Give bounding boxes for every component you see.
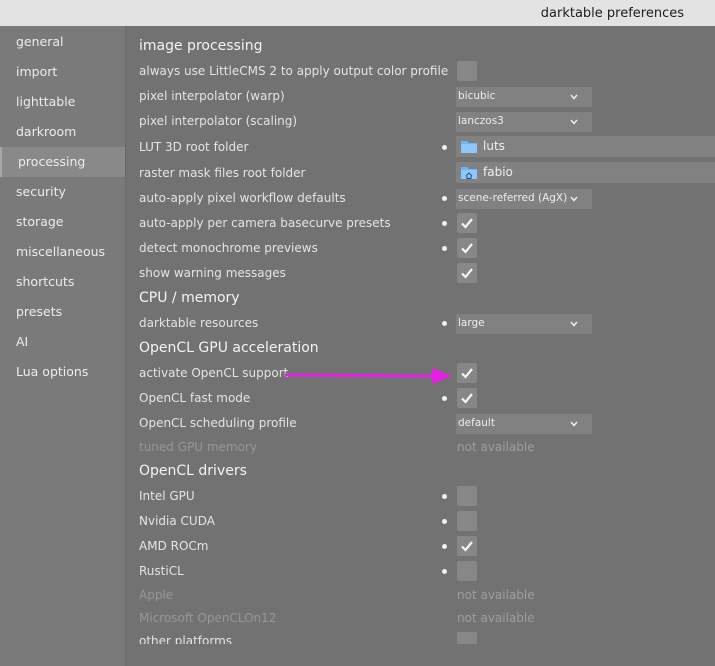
section-title-image-processing: image processing: [139, 38, 263, 54]
opencl-activate-label: activate OpenCL support: [139, 366, 289, 380]
modified-marker: [442, 396, 447, 401]
section-title-opencl: OpenCL GPU acceleration: [139, 340, 319, 356]
resources-value: large: [458, 317, 485, 329]
resources-dropdown[interactable]: large: [456, 314, 592, 334]
opencl-profile-label: OpenCL scheduling profile: [139, 416, 297, 430]
lut-root-folder-button[interactable]: luts: [456, 136, 715, 157]
checkmark-icon: [461, 393, 473, 404]
apple-label: Apple: [139, 588, 174, 602]
interp-scaling-value: lanczos3: [458, 115, 504, 127]
sidebar-item-lua-options[interactable]: Lua options: [0, 357, 125, 387]
microsoft-value: not available: [457, 611, 535, 625]
window-title: darktable preferences: [540, 6, 684, 21]
checkmark-icon: [461, 218, 473, 229]
amd-rocm-label: AMD ROCm: [139, 539, 209, 553]
scroll-clip: [126, 644, 715, 666]
opencl-fast-checkbox[interactable]: [457, 388, 477, 408]
intel-gpu-label: Intel GPU: [139, 489, 195, 503]
sidebar-item-lighttable[interactable]: lighttable: [0, 87, 125, 117]
raster-root-label: raster mask files root folder: [139, 166, 306, 180]
tuned-memory-value: not available: [457, 440, 535, 454]
workflow-value: scene-referred (AgX): [458, 192, 568, 204]
sidebar-item-general[interactable]: general: [0, 27, 125, 57]
chevron-down-icon: [570, 119, 578, 125]
workflow-label: auto-apply pixel workflow defaults: [139, 191, 346, 205]
lut-root-label: LUT 3D root folder: [139, 140, 249, 154]
sidebar-item-ai[interactable]: AI: [0, 327, 125, 357]
sidebar-item-darkroom[interactable]: darkroom: [0, 117, 125, 147]
lut-root-value: luts: [483, 139, 505, 153]
section-title-cpu-memory: CPU / memory: [139, 290, 240, 306]
modified-marker: [442, 519, 447, 524]
apple-value: not available: [457, 588, 535, 602]
title-bar: darktable preferences: [0, 0, 715, 26]
modified-marker: [442, 221, 447, 226]
warnings-label: show warning messages: [139, 266, 286, 280]
nvidia-cuda-checkbox[interactable]: [457, 511, 477, 531]
other-platforms-checkbox[interactable]: [457, 632, 477, 644]
checkmark-icon: [461, 541, 473, 552]
checkmark-icon: [461, 268, 473, 279]
tuned-memory-label: tuned GPU memory: [139, 440, 258, 454]
modified-marker: [442, 569, 447, 574]
chevron-down-icon: [570, 421, 578, 427]
modified-marker: [442, 196, 447, 201]
folder-icon: [461, 141, 477, 153]
rusticl-label: RustiCL: [139, 564, 184, 578]
section-title-opencl-drivers: OpenCL drivers: [139, 463, 247, 479]
checkmark-icon: [461, 243, 473, 254]
monochrome-checkbox[interactable]: [457, 238, 477, 258]
sidebar-item-miscellaneous[interactable]: miscellaneous: [0, 237, 125, 267]
interp-scaling-label: pixel interpolator (scaling): [139, 114, 298, 128]
interp-warp-label: pixel interpolator (warp): [139, 89, 285, 103]
home-folder-icon: [461, 167, 477, 179]
interp-scaling-dropdown[interactable]: lanczos3: [456, 112, 592, 132]
sidebar-item-import[interactable]: import: [0, 57, 125, 87]
modified-marker: [442, 544, 447, 549]
checkmark-icon: [461, 368, 473, 379]
modified-marker: [442, 145, 447, 150]
amd-rocm-checkbox[interactable]: [457, 536, 477, 556]
rusticl-checkbox[interactable]: [457, 561, 477, 581]
chevron-down-icon: [570, 196, 578, 202]
sidebar-item-storage[interactable]: storage: [0, 207, 125, 237]
opencl-profile-dropdown[interactable]: default: [456, 414, 592, 434]
intel-gpu-checkbox[interactable]: [457, 486, 477, 506]
modified-marker: [442, 494, 447, 499]
nvidia-cuda-label: Nvidia CUDA: [139, 514, 215, 528]
chevron-down-icon: [570, 321, 578, 327]
interp-warp-value: bicubic: [458, 90, 496, 102]
modified-marker: [442, 246, 447, 251]
warnings-checkbox[interactable]: [457, 263, 477, 283]
microsoft-label: Microsoft OpenCLOn12: [139, 611, 277, 625]
monochrome-label: detect monochrome previews: [139, 241, 318, 255]
workflow-dropdown[interactable]: scene-referred (AgX): [456, 189, 592, 209]
raster-root-folder-button[interactable]: fabio: [456, 162, 715, 183]
lcms-label: always use LittleCMS 2 to apply output c…: [139, 64, 449, 78]
resources-label: darktable resources: [139, 316, 259, 330]
basecurve-checkbox[interactable]: [457, 213, 477, 233]
sidebar: general import lighttable darkroom proce…: [0, 26, 125, 666]
lcms-checkbox[interactable]: [457, 61, 477, 81]
opencl-fast-label: OpenCL fast mode: [139, 391, 251, 405]
raster-root-value: fabio: [483, 165, 513, 179]
sidebar-item-presets[interactable]: presets: [0, 297, 125, 327]
opencl-profile-value: default: [458, 417, 495, 429]
interp-warp-dropdown[interactable]: bicubic: [456, 87, 592, 107]
sidebar-item-security[interactable]: security: [0, 177, 125, 207]
modified-marker: [442, 321, 447, 326]
chevron-down-icon: [570, 94, 578, 100]
sidebar-item-processing[interactable]: processing: [0, 147, 125, 177]
opencl-activate-checkbox[interactable]: [457, 363, 477, 383]
sidebar-item-shortcuts[interactable]: shortcuts: [0, 267, 125, 297]
basecurve-label: auto-apply per camera basecurve presets: [139, 216, 391, 230]
